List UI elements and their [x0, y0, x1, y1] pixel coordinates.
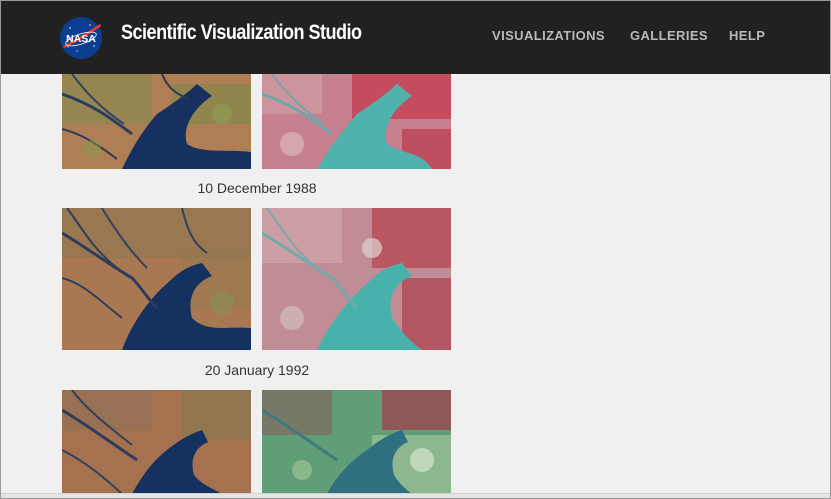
horizontal-scrollbar[interactable]	[1, 493, 830, 498]
nasa-logo-icon[interactable]: NASA	[59, 16, 103, 60]
site-title[interactable]: Scientific Visualization Studio	[121, 21, 362, 45]
landsat-natural-color-image-3[interactable]	[62, 390, 251, 494]
main-content: 10 December 1988 20 January 1992	[1, 74, 830, 498]
nav-galleries[interactable]: GALLERIES	[630, 28, 708, 43]
landsat-false-color-image-1992[interactable]	[262, 208, 451, 350]
nav-visualizations[interactable]: VISUALIZATIONS	[492, 28, 605, 43]
image-caption-1988: 10 December 1988	[197, 180, 317, 196]
landsat-false-color-image-3[interactable]	[262, 390, 451, 494]
site-header: NASA Scientific Visualization Studio VIS…	[1, 1, 830, 74]
svg-text:NASA: NASA	[66, 33, 96, 45]
landsat-natural-color-image-1988[interactable]	[62, 74, 251, 169]
browser-viewport: NASA Scientific Visualization Studio VIS…	[0, 0, 831, 499]
image-caption-1992: 20 January 1992	[204, 362, 310, 378]
nav-help[interactable]: HELP	[729, 28, 765, 43]
landsat-false-color-image-1988[interactable]	[262, 74, 451, 169]
landsat-natural-color-image-1992[interactable]	[62, 208, 251, 350]
